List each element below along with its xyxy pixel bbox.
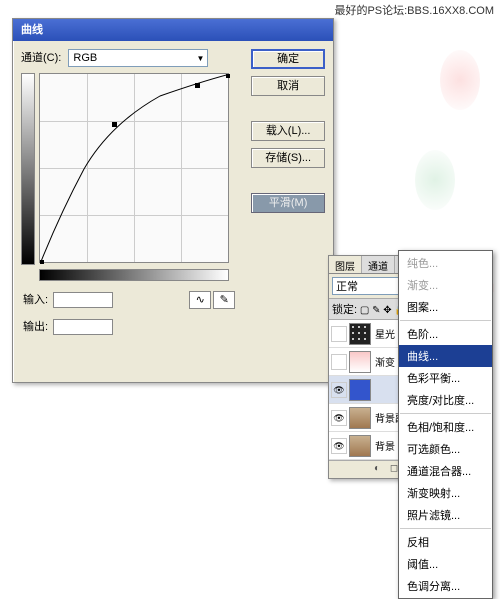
visibility-toggle[interactable]: 👁	[331, 438, 347, 454]
menu-item: 渐变...	[399, 274, 492, 296]
menu-item[interactable]: 通道混合器...	[399, 460, 492, 482]
menu-item[interactable]: 反相	[399, 531, 492, 553]
tab-layers[interactable]: 图层	[329, 256, 362, 273]
layer-thumbnail	[349, 323, 371, 345]
curve-tool-icon[interactable]: ∿	[189, 291, 211, 309]
visibility-toggle[interactable]	[331, 326, 347, 342]
layer-thumbnail	[349, 435, 371, 457]
menu-item[interactable]: 可选颜色...	[399, 438, 492, 460]
layer-thumbnail	[349, 379, 371, 401]
menu-item[interactable]: 照片滤镜...	[399, 504, 492, 526]
menu-item[interactable]: 色阶...	[399, 323, 492, 345]
menu-item[interactable]: 图案...	[399, 296, 492, 318]
menu-separator	[400, 320, 491, 321]
menu-separator	[400, 528, 491, 529]
tab-channels[interactable]: 通道	[362, 256, 395, 273]
menu-item: 纯色...	[399, 252, 492, 274]
layer-thumbnail	[349, 351, 371, 373]
layer-name: 渐变	[375, 354, 395, 369]
menu-item[interactable]: 色彩平衡...	[399, 367, 492, 389]
curves-dialog: 曲线 通道(C): RGB ▼	[12, 18, 334, 383]
output-field[interactable]	[53, 319, 113, 335]
menu-item[interactable]: 曲线...	[399, 345, 492, 367]
ok-button[interactable]: 确定	[251, 49, 325, 69]
save-button[interactable]: 存储(S)...	[251, 148, 325, 168]
pencil-tool-icon[interactable]: ✎	[213, 291, 235, 309]
visibility-toggle[interactable]: 👁	[331, 410, 347, 426]
bg-decoration	[415, 150, 455, 210]
channel-select[interactable]: RGB ▼	[68, 49, 208, 67]
watermark-text: 最好的PS论坛:BBS.16XX8.COM	[334, 2, 494, 18]
menu-item[interactable]: 阈值...	[399, 553, 492, 575]
cancel-button[interactable]: 取消	[251, 76, 325, 96]
channel-value: RGB	[73, 52, 97, 64]
bg-decoration	[440, 50, 480, 110]
blend-mode-value: 正常	[336, 278, 358, 294]
input-gradient	[39, 269, 229, 281]
layer-name: 星光	[375, 326, 395, 341]
load-button[interactable]: 载入(L)...	[251, 121, 325, 141]
output-label: 输出:	[23, 321, 48, 333]
menu-item[interactable]: 渐变映射...	[399, 482, 492, 504]
channel-label: 通道(C):	[21, 52, 61, 64]
smooth-button[interactable]: 平滑(M)	[251, 193, 325, 213]
menu-item[interactable]: 亮度/对比度...	[399, 389, 492, 411]
adjustment-context-menu: 纯色...渐变...图案... 色阶...曲线...色彩平衡...亮度/对比度..…	[398, 250, 493, 599]
input-label: 输入:	[23, 294, 48, 306]
visibility-toggle[interactable]	[331, 354, 347, 370]
menu-separator	[400, 413, 491, 414]
layer-name: 背景	[375, 438, 395, 453]
chevron-down-icon: ▼	[196, 54, 207, 63]
output-gradient	[21, 73, 35, 265]
dialog-title: 曲线	[13, 19, 333, 41]
channel-row: 通道(C): RGB ▼	[21, 49, 245, 67]
curve-line	[40, 74, 230, 264]
visibility-toggle[interactable]: 👁	[331, 382, 347, 398]
input-field[interactable]	[53, 292, 113, 308]
adjustment-icon[interactable]: ◐	[370, 463, 384, 477]
menu-item[interactable]: 色调分离...	[399, 575, 492, 597]
layer-thumbnail	[349, 407, 371, 429]
curve-editor[interactable]	[39, 73, 229, 263]
menu-item[interactable]: 色相/饱和度...	[399, 416, 492, 438]
